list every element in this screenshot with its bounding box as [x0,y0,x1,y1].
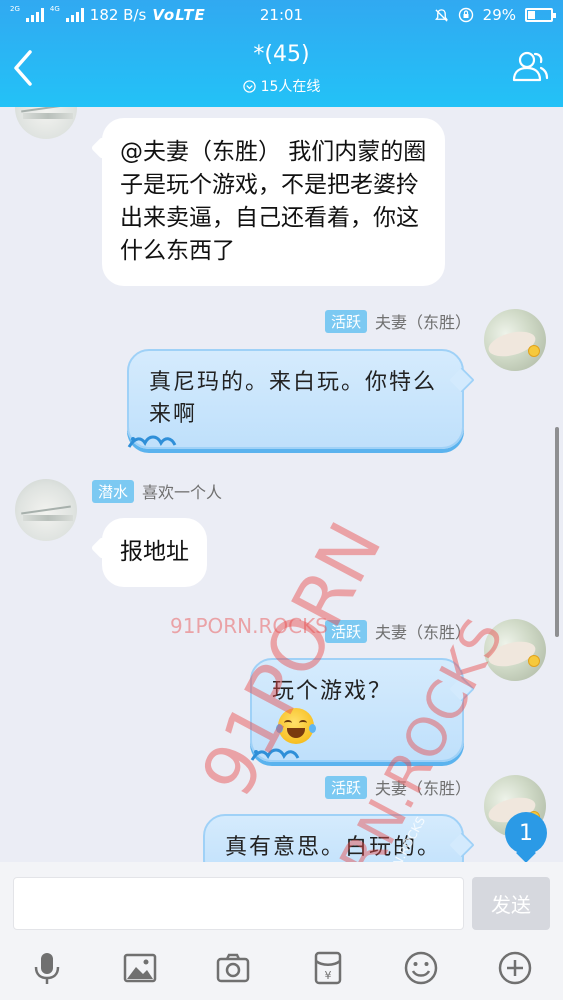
network-speed: 182 B/s [89,6,147,24]
sender-name[interactable]: 夫妻（东胜） [375,619,471,643]
message-text: 真有意思。白玩的。 [225,835,442,860]
message-bubble-left[interactable]: 报地址 [102,518,207,587]
scrollbar[interactable] [555,427,559,637]
activity-badge: 活跃 [324,775,367,799]
sender-name[interactable]: 喜欢一个人 [142,479,222,503]
input-bar: 发送 [0,862,563,932]
svg-text:¥: ¥ [325,969,332,982]
unread-count-badge[interactable]: 1 [505,812,547,854]
activity-badge: 活跃 [324,619,367,643]
volte-label: VoLTE [152,6,206,24]
message-text: 报地址 [120,539,189,565]
message-text: @夫妻（东胜） 我们内蒙的圈子是玩个游戏，不是把老婆拎出来卖逼，自己还看着，你这… [120,139,427,264]
message-text: 真尼玛的。来白玩。你特么来啊 [149,370,438,427]
image-icon[interactable] [122,950,158,986]
network-4g-label: 4G [49,5,60,13]
signal-icon-2 [65,8,84,22]
camera-icon[interactable] [215,950,251,986]
message-bubble-right[interactable]: 真尼玛的。来白玩。你特么来啊 [127,349,464,449]
message-bubble-left[interactable]: @夫妻（东胜） 我们内蒙的圈子是玩个游戏，不是把老婆拎出来卖逼，自己还看着，你这… [102,118,445,286]
sender-name[interactable]: 夫妻（东胜） [375,775,471,799]
unread-count: 1 [519,820,533,846]
avatar[interactable] [15,479,77,541]
online-status[interactable]: 15人在线 [0,76,563,96]
message-input[interactable] [13,877,464,930]
plus-icon[interactable] [497,950,533,986]
laughing-tears-emoji-icon [276,708,316,744]
header: 2G 4G 182 B/s VoLTE 21:01 29% *(45) 15人在… [0,0,563,107]
network-2g-label: 2G [10,5,20,13]
mute-bell-icon [434,8,448,22]
chevron-down-circle-icon [242,79,256,93]
wave-decoration-icon [250,748,300,761]
battery-icon [525,8,556,22]
sender-name[interactable]: 夫妻（东胜） [375,309,471,333]
group-members-icon[interactable] [511,47,549,85]
activity-badge: 潜水 [92,479,135,503]
send-button[interactable]: 发送 [472,877,550,930]
emoji-icon[interactable] [403,950,439,986]
chat-area[interactable]: @夫妻（东胜） 我们内蒙的圈子是玩个游戏，不是把老婆拎出来卖逼，自己还看着，你这… [0,107,563,875]
online-count: 15人在线 [260,79,321,95]
status-bar: 2G 4G 182 B/s VoLTE 21:01 29% [0,0,563,30]
message-text: 玩个游戏？ [272,679,393,704]
sender-row: 活跃 夫妻（东胜） [324,775,471,799]
avatar[interactable] [15,107,77,139]
rotation-lock-icon [458,7,473,23]
battery-percent: 29% [482,6,516,24]
toolbar: ¥ [0,932,563,1000]
sender-row: 潜水 喜欢一个人 [92,479,222,503]
microphone-icon[interactable] [29,950,65,986]
sender-row: 活跃 夫妻（东胜） [324,309,471,333]
signal-icon [25,8,44,22]
chat-title: *(45) [253,42,310,67]
wave-decoration-icon [127,435,177,448]
sender-row: 活跃 夫妻（东胜） [324,619,471,643]
red-packet-icon[interactable]: ¥ [310,950,346,986]
avatar[interactable] [484,619,546,681]
activity-badge: 活跃 [324,309,367,333]
message-bubble-right[interactable]: 玩个游戏？ [250,658,464,762]
avatar[interactable] [484,309,546,371]
